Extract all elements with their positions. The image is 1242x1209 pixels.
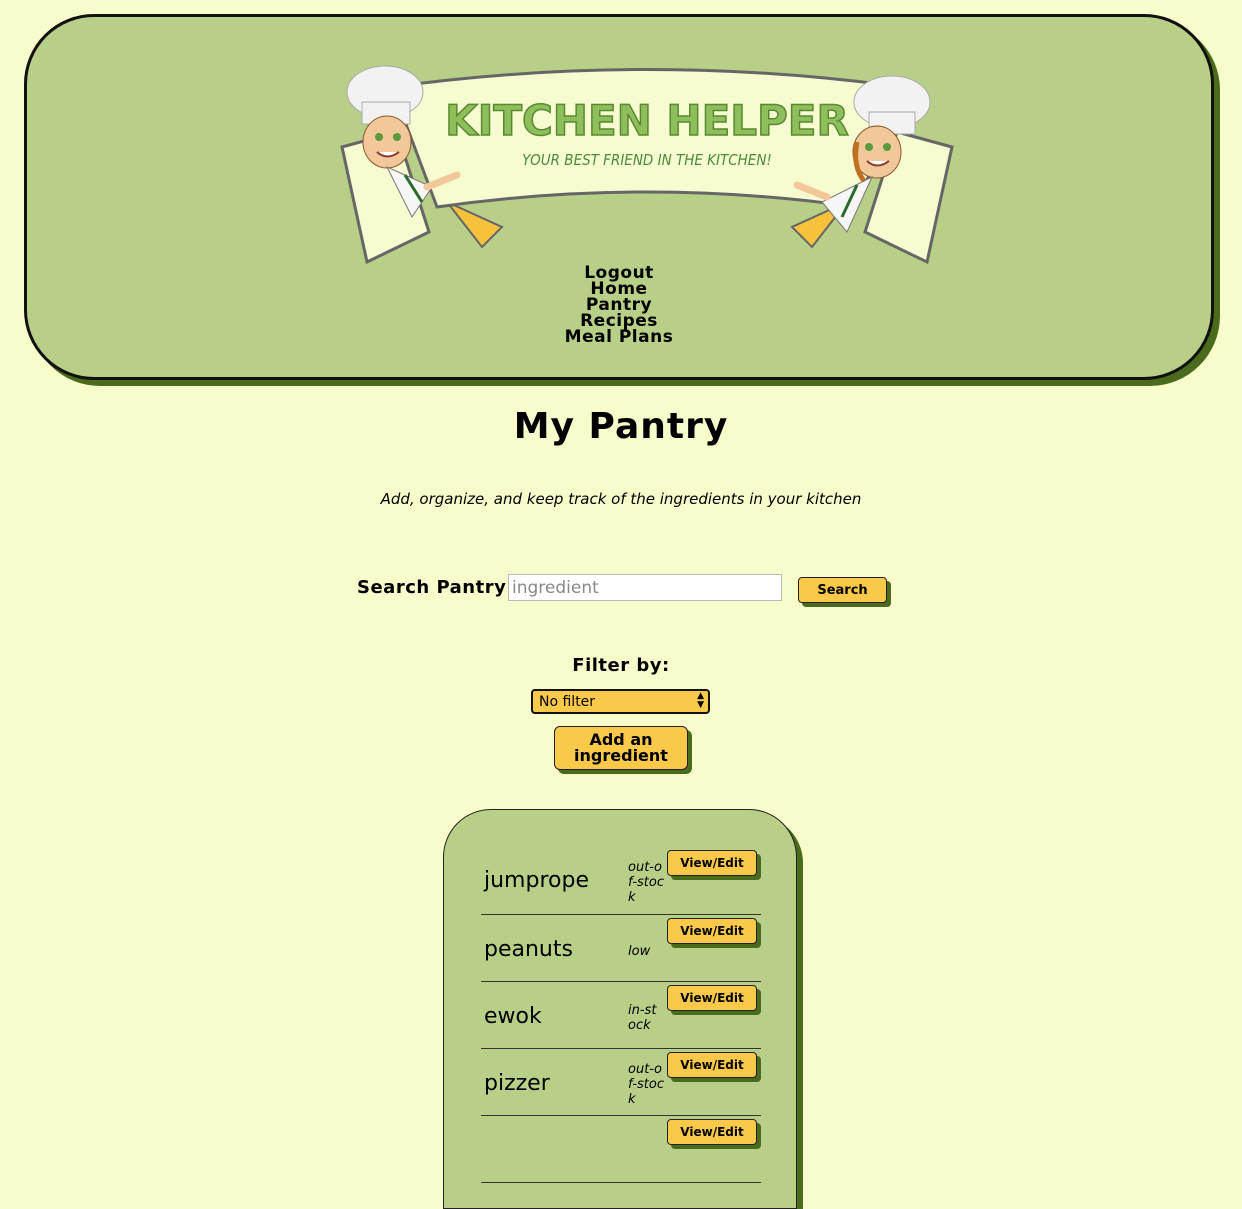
logo-tagline: YOUR BEST FRIEND IN THE KITCHEN! [522, 151, 772, 169]
kitchen-helper-logo: KITCHEN HELPER YOUR BEST FRIEND IN THE K… [340, 65, 954, 265]
filter-select[interactable]: No filter ▲ ▼ [531, 689, 710, 714]
item-status: out-of-stock [628, 1062, 665, 1107]
item-name: pizzer [484, 1071, 550, 1096]
list-item: pizzer out-of-stock View/Edit [481, 1049, 761, 1116]
nav-meal-plans[interactable]: Meal Plans [27, 329, 1211, 346]
item-name: peanuts [484, 937, 573, 962]
view-edit-button[interactable]: View/Edit [667, 985, 757, 1011]
list-item: View/Edit [481, 1116, 761, 1183]
search-button[interactable]: Search [798, 577, 887, 603]
page-subtitle: Add, organize, and keep track of the ing… [380, 490, 862, 508]
item-status: in-stock [628, 1003, 657, 1033]
filter-selected-value: No filter [539, 694, 596, 710]
site-header: KITCHEN HELPER YOUR BEST FRIEND IN THE K… [24, 14, 1214, 380]
search-label: Search Pantry [357, 577, 507, 598]
add-ingredient-button[interactable]: Add an ingredient [554, 726, 688, 770]
item-name: jumprope [484, 868, 589, 893]
view-edit-button[interactable]: View/Edit [667, 1119, 757, 1145]
view-edit-button[interactable]: View/Edit [667, 918, 757, 944]
pantry-list: jumprope out-of-stock View/Edit peanuts … [443, 809, 797, 1209]
main-nav: Logout Home Pantry Recipes Meal Plans [27, 265, 1211, 346]
view-edit-button[interactable]: View/Edit [667, 850, 757, 876]
item-name: ewok [484, 1004, 542, 1029]
list-item: ewok in-stock View/Edit [481, 982, 761, 1049]
item-status: out-of-stock [628, 860, 665, 905]
filter-label: Filter by: [572, 655, 670, 676]
search-input[interactable] [508, 574, 782, 601]
page-title: My Pantry [513, 406, 729, 447]
view-edit-button[interactable]: View/Edit [667, 1052, 757, 1078]
select-arrows-icon: ▲ ▼ [697, 691, 704, 710]
logo-title: KITCHEN HELPER [445, 96, 849, 145]
list-item: jumprope out-of-stock View/Edit [481, 848, 761, 915]
item-status: low [628, 944, 651, 959]
list-item: peanuts low View/Edit [481, 915, 761, 982]
